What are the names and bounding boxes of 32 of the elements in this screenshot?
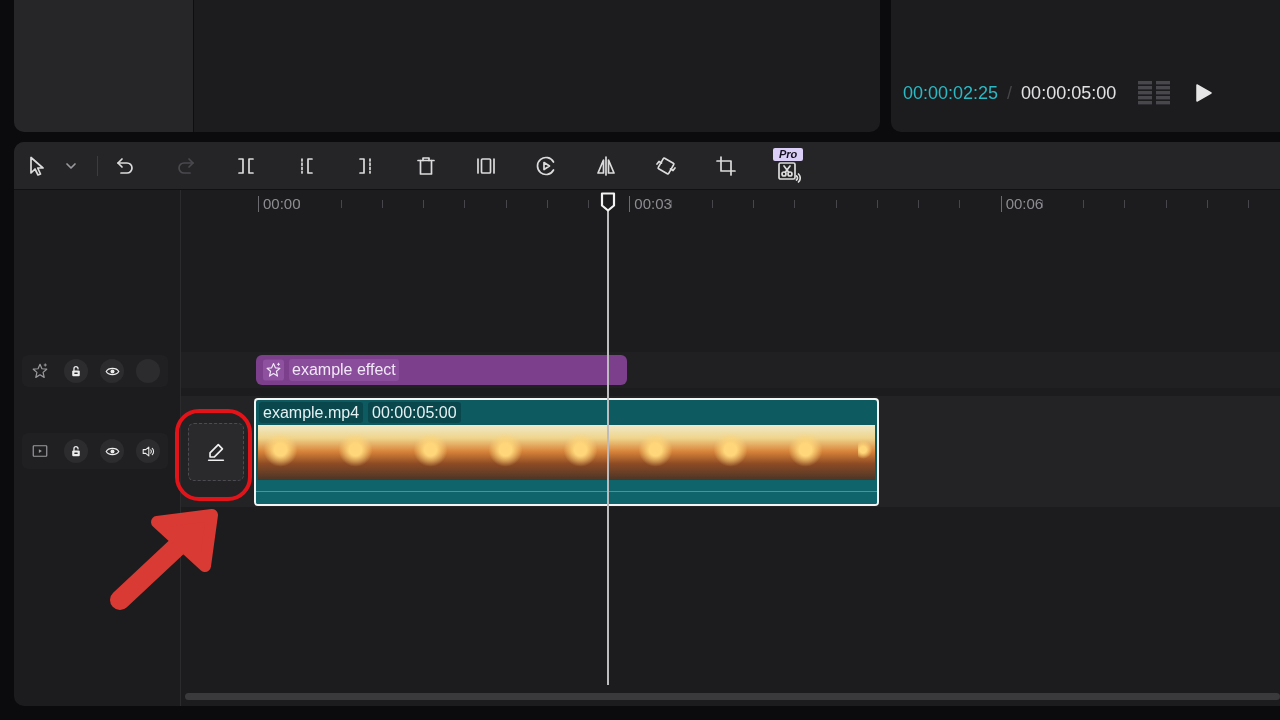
open-padlock-icon: [69, 364, 83, 378]
current-time: 00:00:02:25: [903, 82, 999, 104]
lock-button[interactable]: [64, 439, 88, 463]
playhead[interactable]: [600, 192, 616, 685]
audio-button[interactable]: [136, 439, 160, 463]
video-clip[interactable]: example.mp4 00:00:05:00: [254, 397, 879, 506]
open-padlock-icon: [69, 444, 83, 458]
video-icon: [31, 442, 49, 460]
clip-name: example.mp4: [259, 401, 364, 423]
clip-label: example effect: [289, 359, 399, 381]
scissors-waves-icon: [777, 159, 801, 184]
star-icon: [31, 362, 49, 380]
ruler-label: 00:00: [258, 196, 301, 212]
edit-button[interactable]: [188, 422, 244, 481]
visibility-button[interactable]: [100, 359, 124, 383]
horizontal-scrollbar[interactable]: [185, 693, 1280, 700]
ruler-label: 00:03: [629, 196, 672, 212]
clip-duration: 00:00:05:00: [368, 401, 461, 423]
crop-icon: [714, 153, 738, 178]
effect-clip[interactable]: example effect: [256, 355, 627, 385]
visibility-button[interactable]: [100, 439, 124, 463]
time-separator: /: [1007, 82, 1013, 104]
ruler-label: 00:06: [1000, 196, 1044, 212]
play-button[interactable]: [1196, 84, 1213, 102]
level-meter-icon: [1138, 81, 1171, 105]
pro-badge: Pro: [773, 147, 804, 161]
lock-button[interactable]: [64, 359, 88, 383]
scissors-audio-button[interactable]: Pro: [772, 147, 806, 184]
caret-icon: [65, 161, 77, 170]
play-icon: [1196, 84, 1213, 102]
mirror-icon: [594, 153, 618, 178]
total-time: 00:00:05:00: [1021, 82, 1117, 104]
